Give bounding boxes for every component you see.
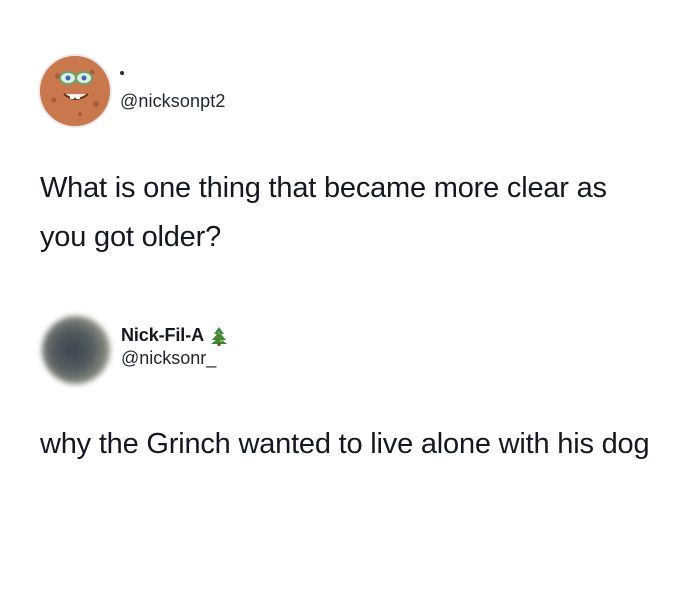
- reply-text: why the Grinch wanted to live alone with…: [40, 428, 650, 460]
- question-text: What is one thing that became more clear…: [40, 172, 607, 253]
- profile-photo-avatar-icon[interactable]: [42, 316, 110, 384]
- spongebob-avatar-icon[interactable]: [40, 56, 110, 126]
- christmas-tree-icon: [210, 326, 228, 346]
- separator-dot: [120, 71, 124, 75]
- display-name[interactable]: Nick-Fil-A: [121, 325, 204, 346]
- display-name-row: Nick-Fil-A: [121, 325, 228, 346]
- username-handle[interactable]: @nicksonpt2: [120, 91, 225, 112]
- username-handle[interactable]: @nicksonr_: [121, 348, 216, 369]
